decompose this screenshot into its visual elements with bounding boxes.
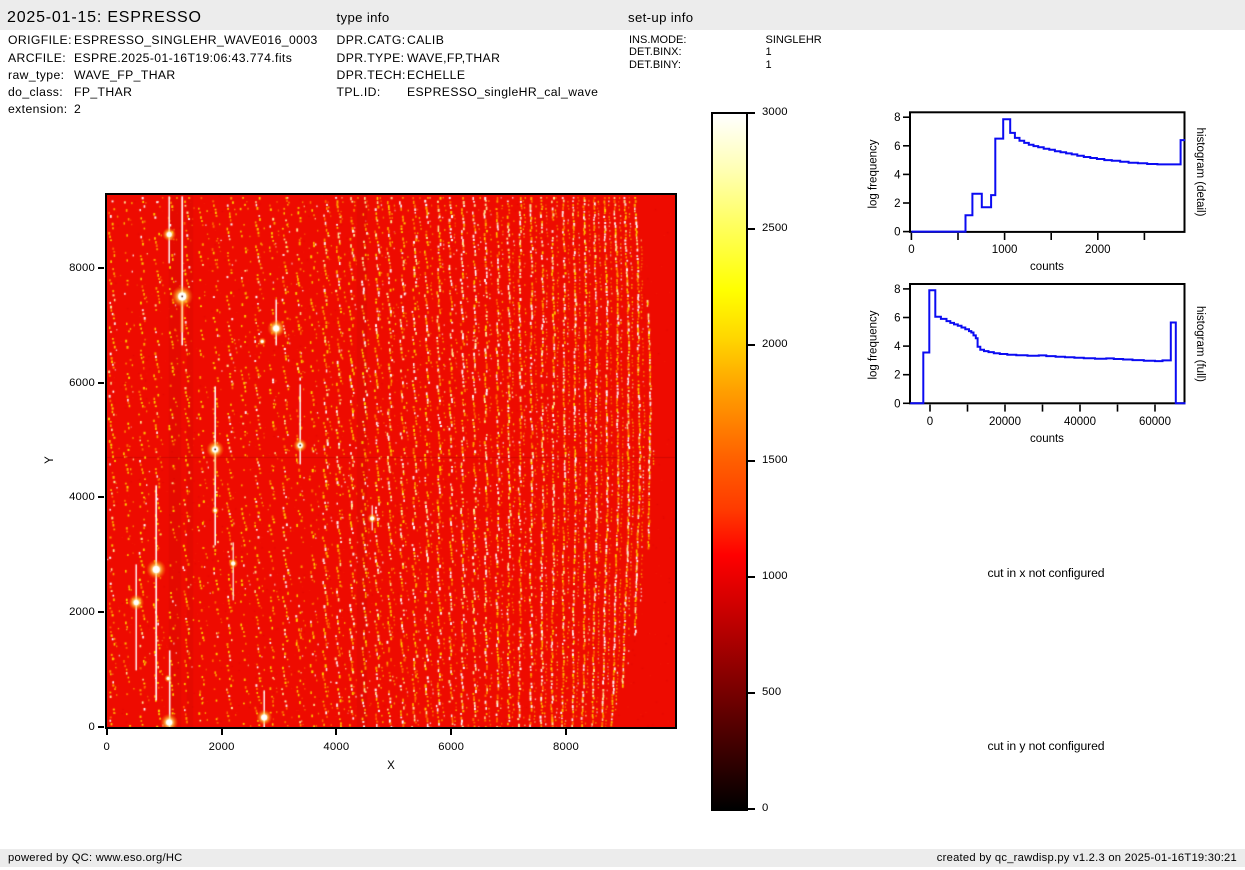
svg-text:0: 0 <box>894 398 900 410</box>
svg-text:20000: 20000 <box>989 416 1021 428</box>
svg-text:counts: counts <box>1030 261 1064 273</box>
svg-text:60000: 60000 <box>1139 416 1171 428</box>
svg-text:4: 4 <box>894 341 901 353</box>
svg-text:0: 0 <box>908 244 914 256</box>
svg-text:0: 0 <box>894 227 900 239</box>
svg-text:histogram (full): histogram (full) <box>1194 306 1206 382</box>
svg-text:2: 2 <box>894 370 900 382</box>
svg-text:1000: 1000 <box>992 244 1018 256</box>
svg-text:4: 4 <box>894 169 901 181</box>
svg-text:6: 6 <box>894 141 900 153</box>
svg-text:0: 0 <box>927 416 933 428</box>
svg-text:histogram (detail): histogram (detail) <box>1194 128 1206 217</box>
svg-text:8: 8 <box>894 112 900 124</box>
svg-text:2: 2 <box>894 198 900 210</box>
svg-text:8: 8 <box>894 284 900 296</box>
svg-text:40000: 40000 <box>1064 416 1096 428</box>
svg-text:6: 6 <box>894 313 900 325</box>
svg-text:counts: counts <box>1030 433 1064 445</box>
svg-text:2000: 2000 <box>1085 244 1111 256</box>
svg-text:log frequency: log frequency <box>868 139 880 208</box>
svg-text:log frequency: log frequency <box>868 310 880 379</box>
